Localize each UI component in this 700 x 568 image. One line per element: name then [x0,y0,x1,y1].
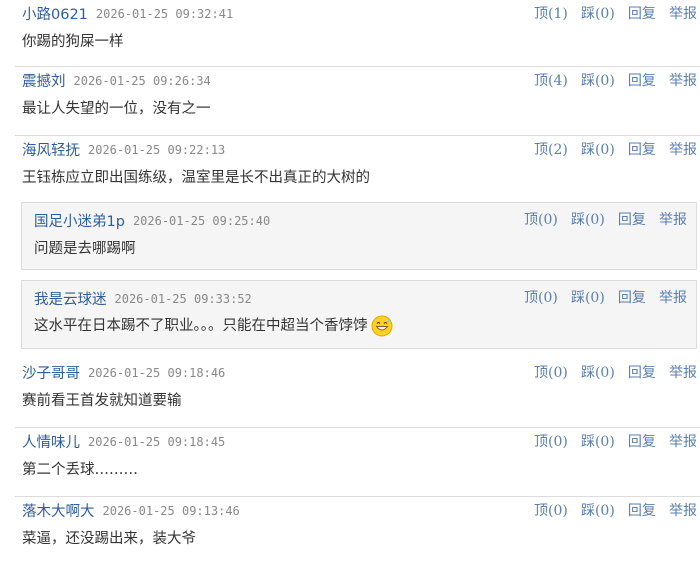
comment-timestamp: 2026-01-25 09:26:34 [73,73,211,88]
comment-actions: 顶(0) 踩(0) 回复 举报 [526,362,697,382]
reply-header: 国足小迷弟1p 2026-01-25 09:25:40 [34,210,271,231]
reply-button[interactable]: 回复 [618,290,646,306]
reply-text: 这水平在日本踢不了职业。。。只能在中超当个香饽饽 [34,315,393,337]
comment-actions: 顶(2) 踩(0) 回复 举报 [526,139,697,159]
reply-text: 问题是去哪踢啊 [34,241,136,257]
comment-text: 第二个丢球……… [22,462,138,478]
grinning-sweat-emoji-icon [371,315,393,337]
comment-item: 落木大啊大 2026-01-25 09:13:46 顶(0) 踩(0) 回复 举报… [0,497,700,566]
comment-header: 小路0621 2026-01-25 09:32:41 [22,3,234,24]
comment-username[interactable]: 小路0621 [22,7,88,23]
reply-header: 我是云球迷 2026-01-25 09:33:52 [34,288,252,309]
reply-button[interactable]: 回复 [628,142,656,158]
reply-button[interactable]: 回复 [618,212,646,228]
upvote-button[interactable]: 顶(0) [534,365,568,381]
report-button[interactable]: 举报 [669,73,697,89]
comment-item: 震撼刘 2026-01-25 09:26:34 顶(4) 踩(0) 回复 举报 最… [0,67,700,136]
comment-item: 小路0621 2026-01-25 09:32:41 顶(1) 踩(0) 回复 举… [0,0,700,67]
downvote-button[interactable]: 踩(0) [581,73,615,89]
upvote-button[interactable]: 顶(0) [524,290,558,306]
comment-text: 最让人失望的一位，没有之一 [22,101,211,117]
reply-timestamp: 2026-01-25 09:33:52 [114,291,252,306]
comment-timestamp: 2026-01-25 09:13:46 [102,503,240,518]
reply-username[interactable]: 国足小迷弟1p [34,214,125,230]
comment-header: 人情味儿 2026-01-25 09:18:45 [22,431,226,452]
upvote-button[interactable]: 顶(0) [534,503,568,519]
comment-text: 你踢的狗屎一样 [22,34,124,50]
comment-header: 沙子哥哥 2026-01-25 09:18:46 [22,362,226,383]
upvote-button[interactable]: 顶(4) [534,73,568,89]
comment-list: 小路0621 2026-01-25 09:32:41 顶(1) 踩(0) 回复 举… [0,0,700,566]
downvote-button[interactable]: 踩(0) [571,290,605,306]
upvote-button[interactable]: 顶(1) [534,6,568,22]
comment-item: 海风轻抚 2026-01-25 09:22:13 顶(2) 踩(0) 回复 举报 … [0,136,700,202]
comment-header: 震撼刘 2026-01-25 09:26:34 [22,70,211,91]
reply-button[interactable]: 回复 [628,6,656,22]
reply-thread: 国足小迷弟1p 2026-01-25 09:25:40 顶(0) 踩(0) 回复 … [0,202,700,359]
comment-item: 沙子哥哥 2026-01-25 09:18:46 顶(0) 踩(0) 回复 举报 … [0,359,700,428]
reply-timestamp: 2026-01-25 09:25:40 [132,213,271,228]
report-button[interactable]: 举报 [659,212,687,228]
report-button[interactable]: 举报 [669,142,697,158]
reply-button[interactable]: 回复 [628,365,656,381]
comment-actions: 顶(1) 踩(0) 回复 举报 [526,3,697,23]
reply-item: 我是云球迷 2026-01-25 09:33:52 顶(0) 踩(0) 回复 举报… [21,280,697,349]
downvote-button[interactable]: 踩(0) [581,503,615,519]
reply-button[interactable]: 回复 [628,434,656,450]
comment-header: 落木大啊大 2026-01-25 09:13:46 [22,500,240,521]
report-button[interactable]: 举报 [669,365,697,381]
upvote-button[interactable]: 顶(0) [524,212,558,228]
downvote-button[interactable]: 踩(0) [581,6,615,22]
comment-text: 菜逼，还没踢出来，装大爷 [22,531,196,547]
report-button[interactable]: 举报 [669,503,697,519]
comment-actions: 顶(4) 踩(0) 回复 举报 [526,70,697,90]
downvote-button[interactable]: 踩(0) [571,212,605,228]
comment-text: 王钰栋应立即出国练级，温室里是长不出真正的大树的 [22,170,370,186]
comment-username[interactable]: 人情味儿 [22,435,80,451]
comment-text: 赛前看王首发就知道要输 [22,393,182,409]
comment-timestamp: 2026-01-25 09:22:13 [88,142,226,157]
downvote-button[interactable]: 踩(0) [581,365,615,381]
report-button[interactable]: 举报 [669,6,697,22]
comment-header: 海风轻抚 2026-01-25 09:22:13 [22,139,226,160]
comment-timestamp: 2026-01-25 09:32:41 [95,6,234,21]
comment-username[interactable]: 海风轻抚 [22,143,80,159]
report-button[interactable]: 举报 [659,290,687,306]
reply-button[interactable]: 回复 [628,73,656,89]
comment-username[interactable]: 落木大啊大 [22,504,95,520]
comment-item: 人情味儿 2026-01-25 09:18:45 顶(0) 踩(0) 回复 举报 … [0,428,700,497]
comment-username[interactable]: 沙子哥哥 [22,366,80,382]
upvote-button[interactable]: 顶(0) [534,434,568,450]
reply-button[interactable]: 回复 [628,503,656,519]
upvote-button[interactable]: 顶(2) [534,142,568,158]
reply-actions: 顶(0) 踩(0) 回复 举报 [516,287,687,307]
downvote-button[interactable]: 踩(0) [581,142,615,158]
reply-item: 国足小迷弟1p 2026-01-25 09:25:40 顶(0) 踩(0) 回复 … [21,202,697,270]
report-button[interactable]: 举报 [669,434,697,450]
comment-timestamp: 2026-01-25 09:18:45 [88,434,226,449]
reply-username[interactable]: 我是云球迷 [34,292,107,308]
comment-timestamp: 2026-01-25 09:18:46 [88,365,226,380]
reply-actions: 顶(0) 踩(0) 回复 举报 [516,209,687,229]
comment-actions: 顶(0) 踩(0) 回复 举报 [526,500,697,520]
comment-username[interactable]: 震撼刘 [22,74,66,90]
comment-actions: 顶(0) 踩(0) 回复 举报 [526,431,697,451]
downvote-button[interactable]: 踩(0) [581,434,615,450]
